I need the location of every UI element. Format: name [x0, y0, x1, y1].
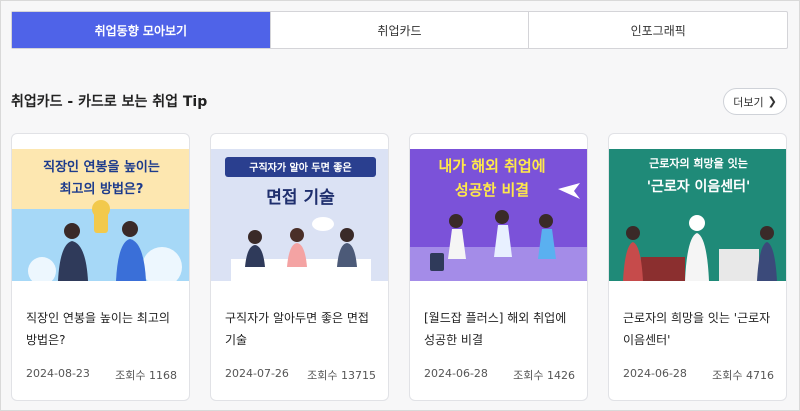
- more-button[interactable]: 더보기 ❯: [723, 88, 787, 115]
- more-button-label: 더보기: [733, 95, 764, 109]
- tab-employment-trends[interactable]: 취업동향 모아보기: [12, 12, 270, 48]
- card-2[interactable]: 구직자가 알아 두면 좋은 면접 기술 구직자가 알아두면 좋은 면접 기술 2…: [210, 133, 389, 401]
- card-title: 근로자의 희망을 잇는 '근로자 이음센터': [623, 311, 771, 347]
- section-title: 취업카드 - 카드로 보는 취업 Tip: [11, 94, 208, 110]
- thumb-line1: 구직자가 알아 두면 좋은: [249, 161, 351, 174]
- card-views: 조회수 13715: [307, 369, 376, 382]
- card-4[interactable]: 근로자의 희망을 잇는 '근로자 이음센터' 근로자의 희망을 잇는 '근로자 …: [608, 133, 787, 401]
- card-date: 2024-06-28: [424, 367, 488, 380]
- card-title: 구직자가 알아두면 좋은 면접 기술: [225, 311, 369, 347]
- thumb-line2: 최고의 방법은?: [60, 181, 144, 197]
- tab-employment-cards[interactable]: 취업카드: [269, 12, 529, 48]
- card-date: 2024-08-23: [26, 367, 90, 380]
- thumb-line1: 내가 해외 취업에: [438, 157, 545, 175]
- thumb-line2: 면접 기술: [266, 188, 335, 208]
- card-thumbnail: 직장인 연봉을 높이는 최고의 방법은?: [12, 149, 189, 281]
- thumb-line1: 직장인 연봉을 높이는: [43, 159, 160, 175]
- card-views: 조회수 1168: [115, 369, 177, 382]
- card-views: 조회수 1426: [513, 369, 575, 382]
- card-1[interactable]: 직장인 연봉을 높이는 최고의 방법은? 직장인 연봉을 높이는 최고의 방법은…: [11, 133, 190, 401]
- tab-infographic[interactable]: 인포그래픽: [528, 12, 787, 48]
- card-thumbnail: 구직자가 알아 두면 좋은 면접 기술: [211, 149, 388, 281]
- thumb-line2: 성공한 비결: [455, 181, 529, 199]
- thumb-line2: '근로자 이음센터': [647, 178, 751, 195]
- card-thumbnail: 내가 해외 취업에 성공한 비결: [410, 149, 587, 281]
- tab-bar: 취업동향 모아보기 취업카드 인포그래픽: [11, 11, 788, 49]
- card-title: [월드잡 플러스] 해외 취업에 성공한 비결: [424, 311, 567, 347]
- card-date: 2024-06-28: [623, 367, 687, 380]
- card-views: 조회수 4716: [712, 369, 774, 382]
- thumb-line1: 근로자의 희망을 잇는: [649, 156, 748, 170]
- card-date: 2024-07-26: [225, 367, 289, 380]
- chevron-right-icon: ❯: [767, 95, 777, 108]
- card-3[interactable]: 내가 해외 취업에 성공한 비결 [월드잡 플러스] 해외 취업에 성공한 비결…: [409, 133, 588, 401]
- card-title: 직장인 연봉을 높이는 최고의 방법은?: [26, 311, 170, 347]
- card-thumbnail: 근로자의 희망을 잇는 '근로자 이음센터': [609, 149, 786, 281]
